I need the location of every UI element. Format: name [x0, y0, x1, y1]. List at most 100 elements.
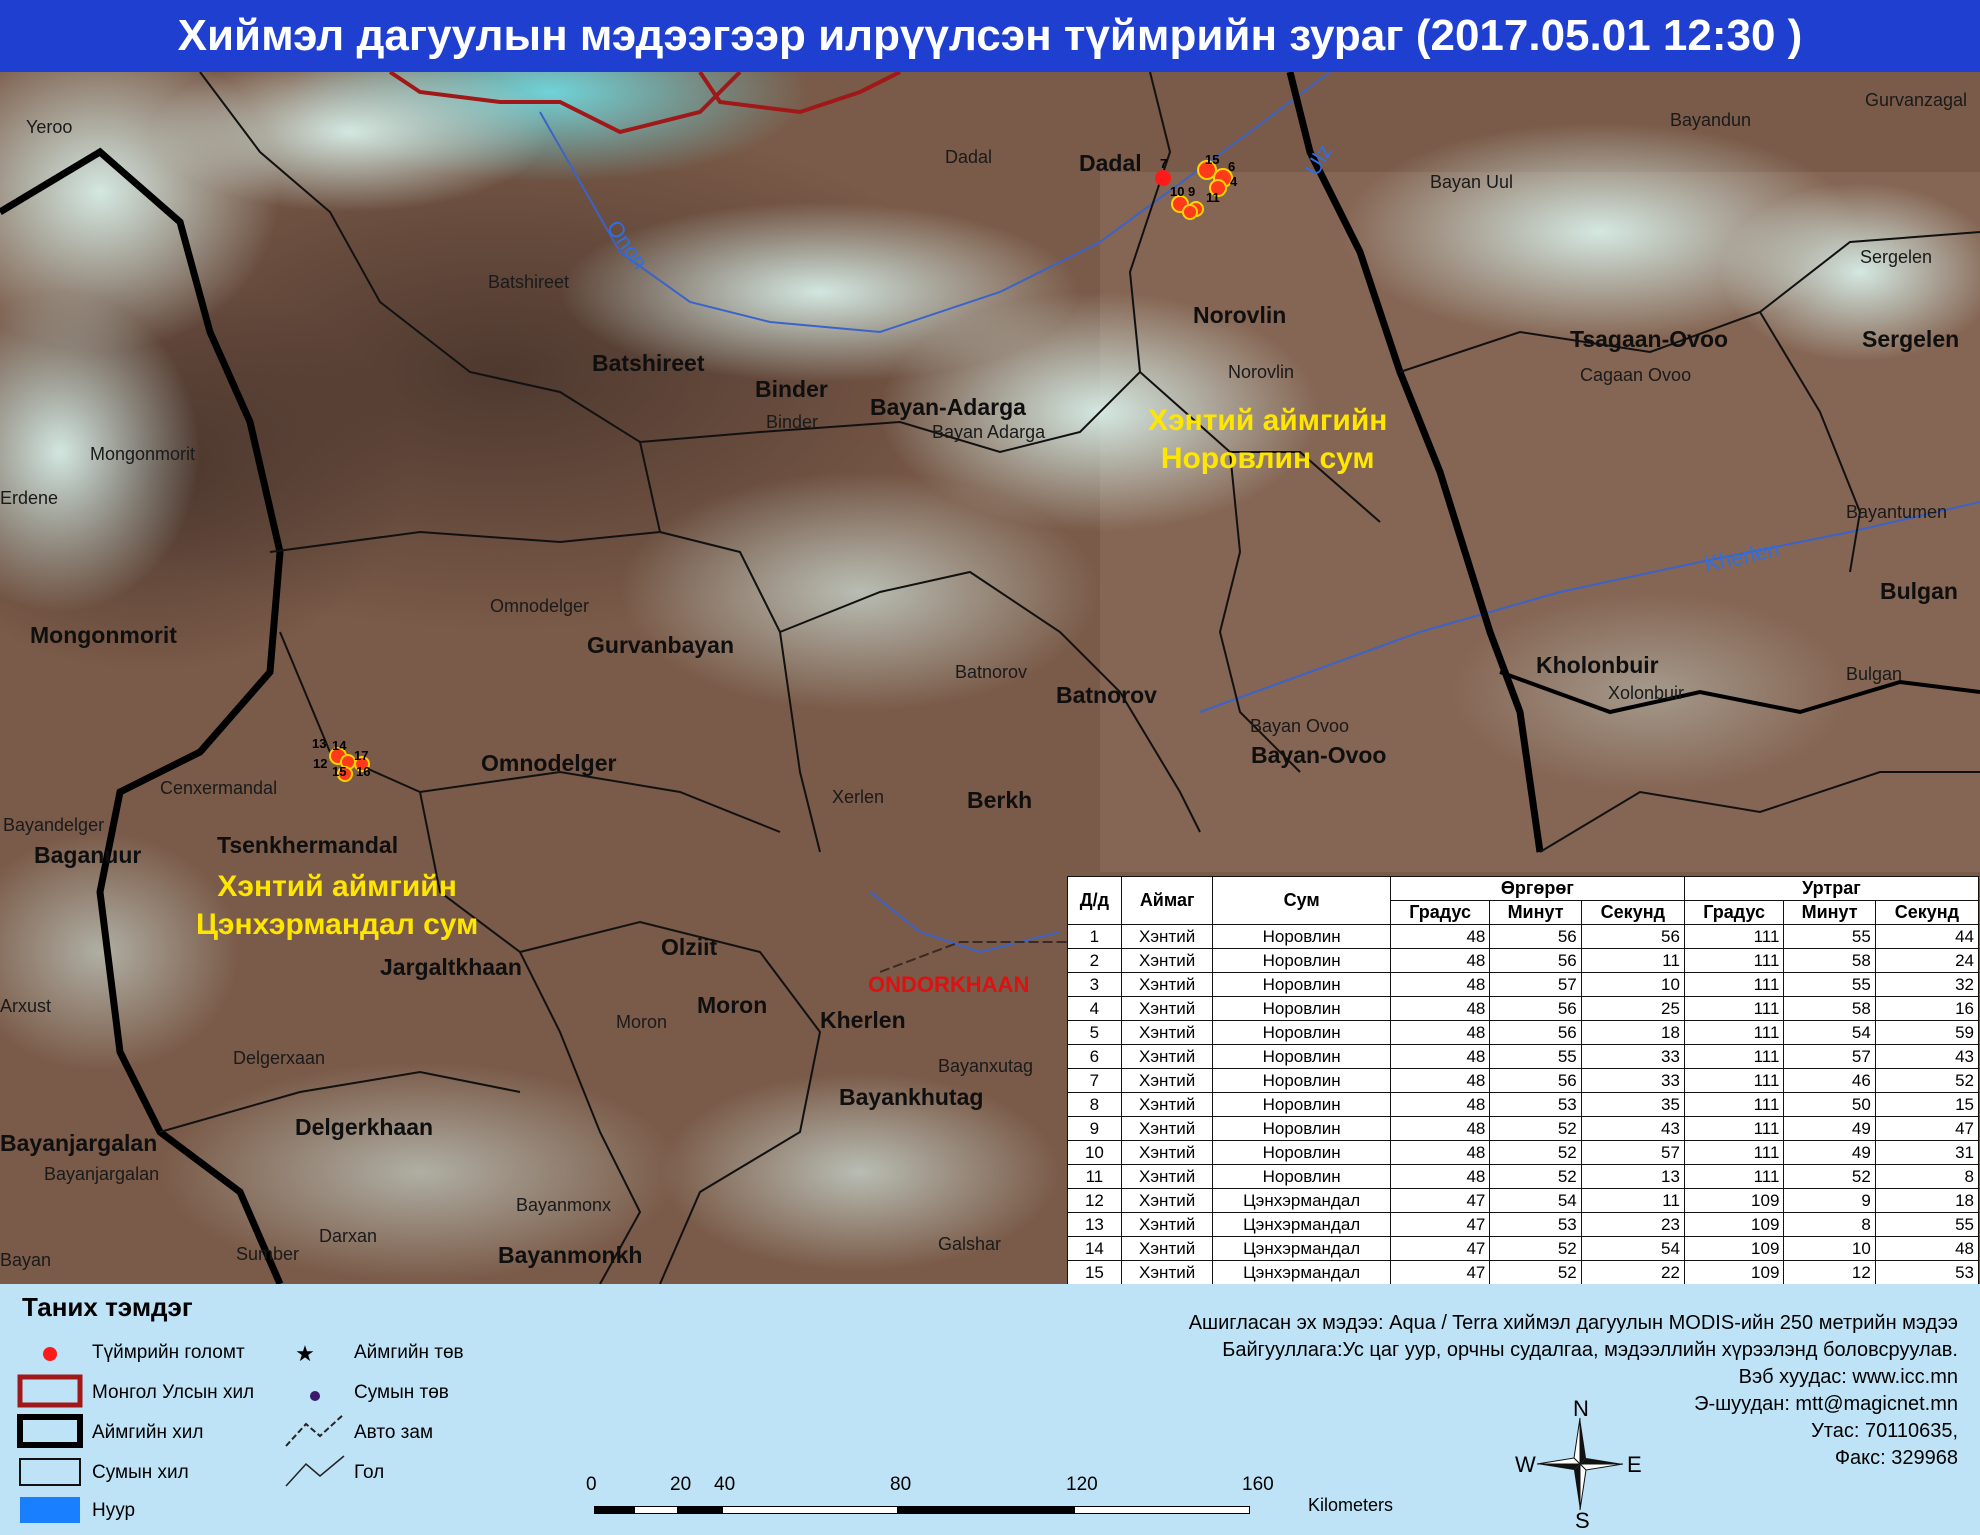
place-label: Bayanjargalan: [44, 1164, 160, 1184]
table-cell: Хэнтий: [1120, 1260, 1214, 1284]
col-lat-sec: Секунд: [1580, 900, 1685, 925]
table-cell: 23: [1580, 1212, 1685, 1237]
source-info-line: Э-шуудан: mtt@magicnet.mn: [1694, 1393, 1958, 1415]
place-label: Galshar: [938, 1234, 1002, 1254]
fire-coordinates-table: Д/д Аймаг Сум Өргөрөг Уртраг Градус Мину…: [1067, 876, 1980, 1284]
table-cell: 5: [1067, 1020, 1122, 1045]
table-row: 15 Хэнтий Цэнхэрмандал 47 52 22 109 12 53: [1067, 1260, 1980, 1284]
table-cell: 59: [1874, 1020, 1980, 1045]
table-cell: 13: [1067, 1212, 1122, 1237]
col-no: Д/д: [1067, 876, 1122, 925]
place-label: Xolonbuir: [1608, 683, 1685, 703]
compass-rose: N S E W: [1515, 1396, 1645, 1533]
table-row: 5 Хэнтий Норовлин 48 56 18 111 54 59: [1067, 1020, 1980, 1045]
table-cell: 12: [1067, 1188, 1122, 1213]
scale-tick-label: 40: [714, 1474, 736, 1495]
table-cell: 18: [1580, 1020, 1685, 1045]
place-label: Xerlen: [832, 787, 885, 807]
river-icon: [285, 1455, 345, 1487]
table-cell: 7: [1067, 1068, 1122, 1093]
table-cell: 13: [1580, 1164, 1685, 1189]
sum-center-label: Bulgan: [1880, 578, 1958, 604]
table-cell: Цэнхэрмандал: [1212, 1188, 1391, 1213]
table-cell: 53: [1489, 1092, 1582, 1117]
legend-symbols: ★: [17, 1341, 345, 1523]
region-label: Хэнтий аймгийн Норовлин сум: [1148, 404, 1388, 475]
sum-center-label: Tsagaan-Ovoo: [1570, 326, 1729, 352]
table-cell: 16: [1874, 996, 1980, 1021]
table-row: 10 Хэнтий Норовлин 48 52 57 111 49 31: [1067, 1140, 1980, 1165]
sum-center-label: Moron: [697, 992, 768, 1018]
source-info-line: Утас: 70110635,: [1811, 1420, 1958, 1442]
place-label: Bayan: [0, 1250, 52, 1270]
sum-center-label: Dadal: [1079, 150, 1142, 176]
scale-tick-label: 160: [1242, 1474, 1274, 1495]
table-cell: 52: [1489, 1140, 1582, 1165]
table-cell: 46: [1783, 1068, 1876, 1093]
table-cell: 55: [1874, 1212, 1980, 1237]
table-cell: 111: [1683, 1044, 1785, 1069]
sum-center-label: Gurvanbayan: [587, 632, 734, 658]
table-body: 1 Хэнтий Норовлин 48 56 56 111 55 44 2 Хэнтий Норов…: [1067, 924, 1980, 1284]
table-cell: 111: [1683, 1140, 1785, 1165]
table-row: 9 Хэнтий Норовлин 48 52 43 111 49 47: [1067, 1116, 1980, 1141]
table-cell: 11: [1580, 1188, 1685, 1213]
place-label: Darxan: [319, 1226, 378, 1246]
table-cell: 11: [1580, 948, 1685, 973]
table-cell: Хэнтий: [1120, 1068, 1214, 1093]
table-cell: Хэнтий: [1120, 1236, 1214, 1261]
table-cell: 10: [1783, 1236, 1876, 1261]
table-cell: 3: [1067, 972, 1122, 997]
table-cell: 8: [1783, 1212, 1876, 1237]
table-row: 2 Хэнтий Норовлин 48 56 11 111 58 24: [1067, 948, 1980, 973]
table-cell: Хэнтий: [1120, 1116, 1214, 1141]
table-cell: 54: [1580, 1236, 1685, 1261]
table-cell: Норовлин: [1212, 996, 1391, 1021]
place-label: Sergelen: [1860, 247, 1933, 267]
table-cell: 48: [1389, 924, 1491, 949]
fire-number-label: 12: [313, 756, 328, 771]
place-label: Cagaan Ovoo: [1580, 365, 1692, 385]
scale-unit: Kilometers: [1308, 1495, 1394, 1515]
fire-number-label: 6: [1228, 159, 1236, 174]
table-cell: Хэнтий: [1120, 1188, 1214, 1213]
table-cell: 58: [1783, 948, 1876, 973]
table-cell: Норовлин: [1212, 1092, 1391, 1117]
table-cell: 57: [1489, 972, 1582, 997]
compass-n: N: [1573, 1396, 1589, 1421]
sum-center-label: Bayan-Adarga: [870, 394, 1026, 420]
table-cell: 52: [1783, 1164, 1876, 1189]
compass-e: E: [1627, 1452, 1642, 1477]
table-cell: 11: [1067, 1164, 1122, 1189]
table-cell: 48: [1389, 1164, 1491, 1189]
place-label: Bayan Ovoo: [1250, 716, 1350, 736]
place-label: Mongonmorit: [90, 444, 196, 464]
table-cell: 56: [1580, 924, 1685, 949]
table-cell: 48: [1389, 1044, 1491, 1069]
scale-bar: 0 20 40 80 120 160: [580, 1474, 1300, 1514]
table-cell: 9: [1783, 1188, 1876, 1213]
col-lat-min: Минут: [1489, 900, 1582, 925]
col-lon-min: Минут: [1783, 900, 1876, 925]
table-cell: 6: [1067, 1044, 1122, 1069]
table-row: 14 Хэнтий Цэнхэрмандал 47 52 54 109 10 48: [1067, 1236, 1980, 1261]
scale-tick-label: 80: [890, 1474, 912, 1495]
place-label: Norovlin: [1228, 362, 1295, 382]
table-cell: 49: [1783, 1140, 1876, 1165]
table-row: 3 Хэнтий Норовлин 48 57 10 111 55 32: [1067, 972, 1980, 997]
table-cell: 31: [1874, 1140, 1980, 1165]
sum-center-label: Norovlin: [1193, 302, 1287, 328]
table-cell: 18: [1874, 1188, 1980, 1213]
table-cell: Хэнтий: [1120, 924, 1214, 949]
place-label: Cenxermandal: [160, 778, 278, 798]
table-cell: 4: [1067, 996, 1122, 1021]
sum-center-label: Omnodelger: [481, 750, 617, 776]
table-cell: 55: [1783, 924, 1876, 949]
sum-center-label: Sergelen: [1862, 326, 1960, 352]
table-cell: 12: [1783, 1260, 1876, 1284]
satellite-map[interactable]: Yeroo Dadal Bayan Uul Bayandun Gurvanzagal Ba…: [0, 72, 1980, 1284]
table-cell: Хэнтий: [1120, 1140, 1214, 1165]
table-cell: 33: [1580, 1068, 1685, 1093]
table-cell: 47: [1389, 1236, 1491, 1261]
table-cell: 48: [1389, 972, 1491, 997]
